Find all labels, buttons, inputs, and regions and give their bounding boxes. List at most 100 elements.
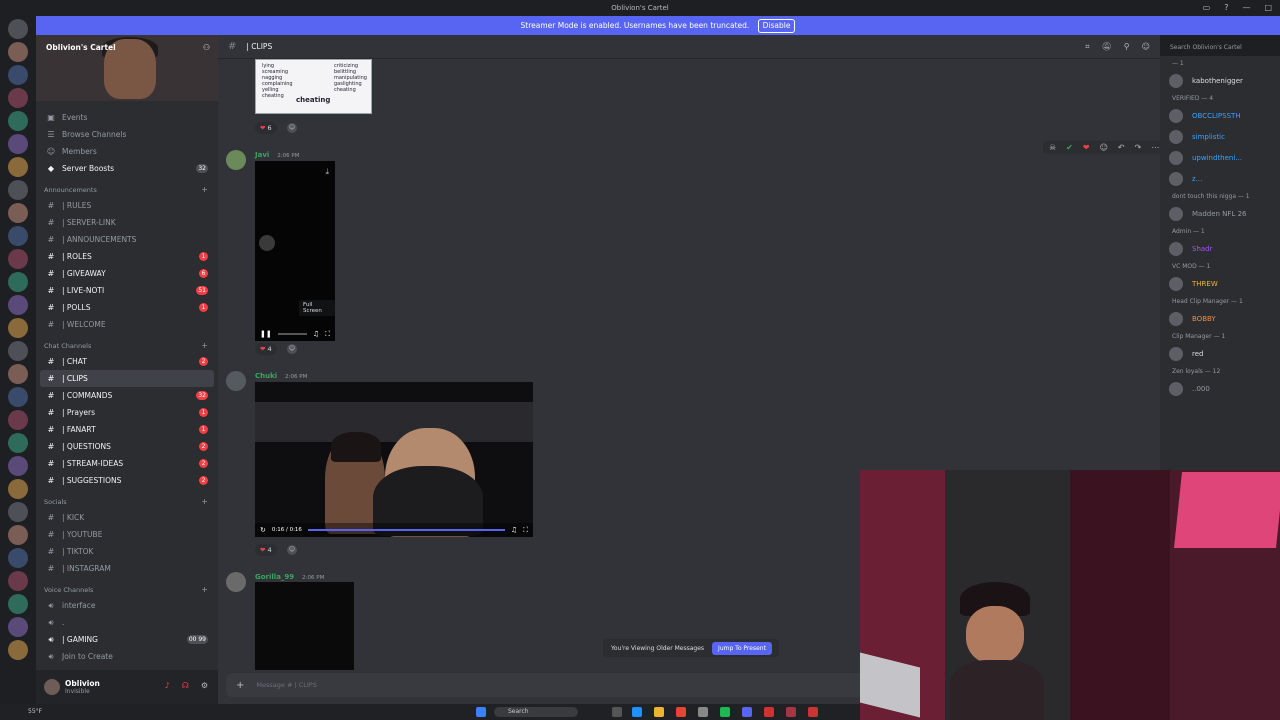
channel-category[interactable]: Chat Channels + (36, 339, 218, 353)
server-icon[interactable] (8, 571, 28, 591)
inbox-icon[interactable]: ▭ (1203, 0, 1211, 16)
deafen-icon[interactable]: ☊ (182, 681, 189, 690)
app-icon[interactable] (786, 707, 796, 717)
notification-icon[interactable]: 🔕︎ (1102, 42, 1112, 52)
server-icon[interactable] (8, 433, 28, 453)
server-icon[interactable] (8, 295, 28, 315)
server-icon[interactable] (8, 180, 28, 200)
server-icon[interactable] (8, 548, 28, 568)
server-icon[interactable] (8, 134, 28, 154)
server-icon[interactable] (8, 65, 28, 85)
channel-item[interactable]: # | CHAT 2 (36, 353, 218, 370)
channel-item[interactable]: # | CLIPS (40, 370, 214, 387)
member-item[interactable]: ..000 (1160, 378, 1280, 399)
member-item[interactable]: kabothenigger (1160, 70, 1280, 91)
channel-item[interactable]: ☰ Browse Channels (36, 126, 218, 143)
member-item[interactable]: BOBBY (1160, 308, 1280, 329)
reply-icon[interactable]: ↶ (1118, 143, 1125, 152)
mute-icon[interactable]: ♪ (165, 681, 170, 690)
spotify-icon[interactable] (720, 707, 730, 717)
channel-item[interactable]: # | SERVER-LINK (36, 214, 218, 231)
pin-icon[interactable]: ⚲ (1124, 42, 1130, 52)
server-icon[interactable] (8, 502, 28, 522)
member-item[interactable]: red (1160, 343, 1280, 364)
minimize-icon[interactable]: — (1242, 0, 1250, 16)
channel-item[interactable]: 🔊︎ interface (36, 597, 218, 614)
fullscreen-icon[interactable]: ⛶ (523, 526, 528, 535)
channel-item[interactable]: # | STREAM-IDEAS 2 (36, 455, 218, 472)
disable-button[interactable]: Disable (757, 19, 796, 33)
member-item[interactable]: simplistic (1160, 126, 1280, 147)
server-icon[interactable] (8, 157, 28, 177)
server-name[interactable]: Oblivion's Cartel (46, 43, 116, 52)
channel-item[interactable]: # | Prayers 1 (36, 404, 218, 421)
add-channel-icon[interactable]: + (201, 497, 208, 506)
add-reaction-icon[interactable]: ☺ (287, 123, 297, 133)
server-icon[interactable] (8, 617, 28, 637)
settings-icon[interactable]: ⚙ (201, 681, 208, 690)
channel-item[interactable]: # | QUESTIONS 2 (36, 438, 218, 455)
member-item[interactable]: OBCCLIPSSTH (1160, 105, 1280, 126)
channel-item[interactable]: # | TIKTOK (36, 543, 218, 560)
chrome-icon[interactable] (676, 707, 686, 717)
member-item[interactable]: Shadr (1160, 238, 1280, 259)
channel-item[interactable]: 🔊︎ Join to Create (36, 648, 218, 665)
channel-item[interactable]: 🔊︎. (36, 614, 218, 631)
start-icon[interactable] (476, 707, 486, 717)
skull-emoji-icon[interactable]: ☠ (1049, 143, 1056, 152)
explorer-icon[interactable] (654, 707, 664, 717)
member-item[interactable]: upwindtheni... (1160, 147, 1280, 168)
fullscreen-icon[interactable]: ⛶ (325, 330, 330, 339)
member-item[interactable]: Madden NFL 26 (1160, 203, 1280, 224)
server-banner[interactable]: Oblivion's Cartel ⚇ (36, 35, 218, 101)
edge-icon[interactable] (632, 707, 642, 717)
server-icon[interactable] (8, 226, 28, 246)
channel-item[interactable]: # | COMMANDS 32 (36, 387, 218, 404)
add-channel-icon[interactable]: + (201, 341, 208, 350)
author-name[interactable]: Chuki 2:06 PM (255, 372, 307, 380)
server-icon[interactable] (8, 525, 28, 545)
task-view-icon[interactable] (612, 707, 622, 717)
member-item[interactable]: THREW (1160, 273, 1280, 294)
channel-item[interactable]: # | YOUTUBE (36, 526, 218, 543)
search-input[interactable]: Search Oblivion's Cartel (1166, 42, 1280, 54)
channel-item[interactable]: # | SUGGESTIONS 2 (36, 472, 218, 489)
more-icon[interactable]: ⋯ (1151, 143, 1159, 152)
channel-category[interactable]: Announcements + (36, 183, 218, 197)
channel-item[interactable]: # | WELCOME (36, 316, 218, 333)
member-item[interactable]: z... (1160, 168, 1280, 189)
reaction-pill[interactable]: ❤ 4 (255, 343, 277, 355)
author-name[interactable]: Gorilla_99 2:06 PM (255, 573, 324, 581)
server-icon[interactable] (8, 42, 28, 62)
server-icon[interactable] (8, 387, 28, 407)
channel-item[interactable]: # | FANART 1 (36, 421, 218, 438)
server-icon[interactable] (8, 410, 28, 430)
server-icon[interactable] (8, 640, 28, 660)
server-icon[interactable] (8, 249, 28, 269)
avatar[interactable] (226, 371, 246, 391)
help-icon[interactable]: ? (1224, 0, 1228, 16)
server-icon[interactable] (8, 341, 28, 361)
channel-item[interactable]: # | KICK (36, 509, 218, 526)
avatar[interactable] (226, 150, 246, 170)
server-icon[interactable] (8, 111, 28, 131)
channel-item[interactable]: # | LIVE-NOTI 51 (36, 282, 218, 299)
server-icon[interactable] (8, 272, 28, 292)
server-icon[interactable] (8, 364, 28, 384)
channel-item[interactable]: # | ANNOUNCEMENTS (36, 231, 218, 248)
forward-icon[interactable]: ↷ (1135, 143, 1142, 152)
add-channel-icon[interactable]: + (201, 585, 208, 594)
server-icon[interactable] (8, 456, 28, 476)
channel-item[interactable]: ◆ Server Boosts 32 (36, 160, 218, 177)
reaction-pill[interactable]: ❤ 4 (255, 544, 277, 556)
taskbar-search[interactable]: Search (494, 707, 578, 717)
video-player[interactable] (255, 582, 354, 670)
message-input[interactable]: Message # | CLIPS (256, 681, 316, 689)
server-icon[interactable] (8, 88, 28, 108)
members-icon[interactable]: ☺ (1142, 42, 1150, 52)
heart-emoji-icon[interactable]: ❤ (1083, 143, 1090, 152)
reaction-pill[interactable]: ❤ 6 (255, 122, 277, 134)
add-reaction-icon[interactable]: ☺ (287, 344, 297, 354)
add-attachment-icon[interactable]: + (236, 680, 244, 691)
pause-icon[interactable]: ❚❚ (260, 330, 272, 338)
